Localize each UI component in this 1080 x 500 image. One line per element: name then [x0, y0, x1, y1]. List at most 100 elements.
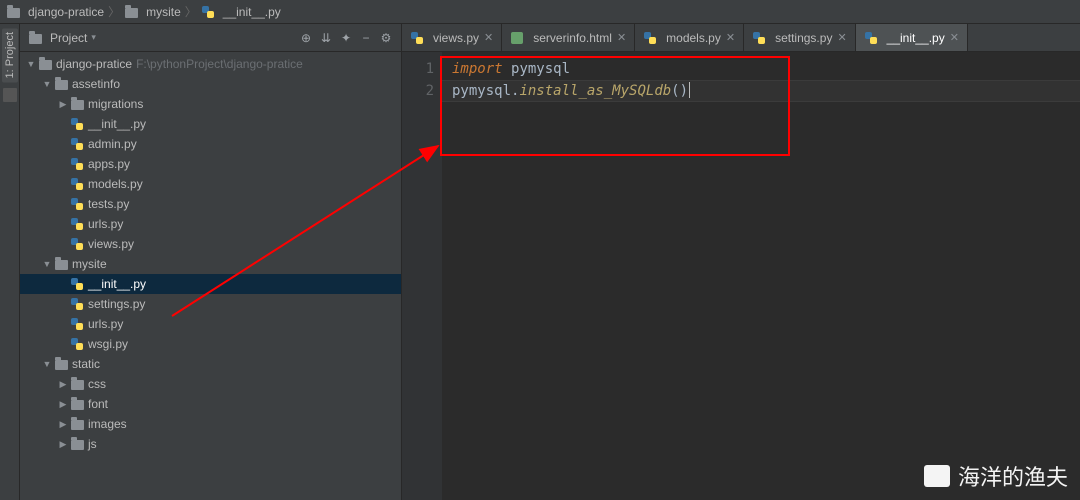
tree-file[interactable]: __init__.py [20, 114, 401, 134]
tree-file[interactable]: tests.py [20, 194, 401, 214]
breadcrumb-folder[interactable]: mysite [146, 5, 181, 19]
tree-twisty-icon[interactable]: ▶ [58, 379, 68, 390]
tree-twisty-icon[interactable]: ▼ [42, 359, 52, 369]
folder-icon [124, 5, 138, 19]
project-sidebar: Project ▾ ⊕ ⇊ ✦ − ⚙ ▼django-pratice F:\p… [20, 24, 402, 500]
breadcrumb-file[interactable]: __init__.py [223, 5, 281, 19]
tab-label: __init__.py [887, 31, 945, 45]
python-file-icon [70, 217, 84, 231]
project-view-icon [28, 31, 42, 45]
close-icon[interactable]: ✕ [837, 31, 846, 44]
tree-twisty-icon[interactable]: ▶ [58, 439, 68, 450]
editor-tab[interactable]: serverinfo.html✕ [502, 24, 635, 51]
folder-icon [54, 77, 68, 91]
tree-file[interactable]: urls.py [20, 314, 401, 334]
editor-tab[interactable]: settings.py ✕ [744, 24, 856, 51]
line-number: 1 [402, 58, 434, 80]
parens: () [671, 83, 688, 99]
tree-item-label: settings.py [88, 297, 145, 311]
python-file-icon [70, 297, 84, 311]
code-content[interactable]: import pymysql pymysql.install_as_MySQLd… [442, 52, 1080, 500]
breadcrumb-root[interactable]: django-pratice [28, 5, 104, 19]
folder-icon [38, 57, 52, 71]
python-file-icon [752, 31, 766, 45]
tree-item-label: assetinfo [72, 77, 120, 91]
tree-item-label: migrations [88, 97, 143, 111]
tree-item-label: __init__.py [88, 277, 146, 291]
close-icon[interactable]: ✕ [617, 31, 626, 44]
tree-folder[interactable]: ▼static [20, 354, 401, 374]
sidebar-title-label[interactable]: Project [50, 31, 87, 45]
chevron-down-icon[interactable]: ▾ [91, 32, 96, 43]
tree-folder[interactable]: ▶ font [20, 394, 401, 414]
tree-twisty-icon[interactable]: ▼ [42, 79, 52, 89]
tree-item-label: __init__.py [88, 117, 146, 131]
tree-file[interactable]: views.py [20, 234, 401, 254]
close-icon[interactable]: ✕ [726, 31, 735, 44]
tab-label: views.py [433, 31, 479, 45]
tree-item-label: wsgi.py [88, 337, 128, 351]
python-file-icon [643, 31, 657, 45]
tree-item-label: tests.py [88, 197, 129, 211]
project-tree[interactable]: ▼django-pratice F:\pythonProject\django-… [20, 52, 401, 500]
python-file-icon [410, 31, 424, 45]
python-file-icon [70, 337, 84, 351]
editor-body[interactable]: 1 2 import pymysql pymysql.install_as_My… [402, 52, 1080, 500]
identifier: pymysql [511, 61, 570, 77]
project-tool-tab[interactable]: 1: Project [2, 28, 18, 82]
tree-file[interactable]: apps.py [20, 154, 401, 174]
tree-file[interactable]: models.py [20, 174, 401, 194]
python-file-icon [70, 197, 84, 211]
tree-file[interactable]: admin.py [20, 134, 401, 154]
expand-all-icon[interactable]: ✦ [339, 31, 353, 45]
close-icon[interactable]: ✕ [484, 31, 493, 44]
tree-folder[interactable]: ▶ migrations [20, 94, 401, 114]
folder-icon [54, 357, 68, 371]
gear-icon[interactable]: ⚙ [379, 31, 393, 45]
breadcrumb: django-pratice 〉 mysite 〉 __init__.py [0, 0, 1080, 24]
sidebar-header: Project ▾ ⊕ ⇊ ✦ − ⚙ [20, 24, 401, 52]
tree-item-label: apps.py [88, 157, 130, 171]
structure-tool-icon[interactable] [3, 88, 17, 102]
tree-folder[interactable]: ▼mysite [20, 254, 401, 274]
identifier: pymysql [452, 83, 511, 99]
tree-twisty-icon[interactable]: ▶ [58, 399, 68, 410]
tree-folder[interactable]: ▶ images [20, 414, 401, 434]
line-number: 2 [402, 80, 434, 102]
tree-folder[interactable]: ▼django-pratice F:\pythonProject\django-… [20, 54, 401, 74]
folder-icon [70, 377, 84, 391]
tab-label: settings.py [775, 31, 832, 45]
tree-item-label: models.py [88, 177, 143, 191]
tree-item-label: views.py [88, 237, 134, 251]
tree-item-label: js [88, 437, 97, 451]
tree-item-label: admin.py [88, 137, 137, 151]
tree-file[interactable]: urls.py [20, 214, 401, 234]
folder-icon [70, 397, 84, 411]
tree-twisty-icon[interactable]: ▶ [58, 419, 68, 430]
editor-area: views.py✕serverinfo.html✕models.py✕setti… [402, 24, 1080, 500]
tree-item-label: images [88, 417, 127, 431]
locate-icon[interactable]: ⊕ [299, 31, 313, 45]
folder-icon [54, 257, 68, 271]
collapse-all-icon[interactable]: ⇊ [319, 31, 333, 45]
tree-file[interactable]: __init__.py [20, 274, 401, 294]
tree-item-label: font [88, 397, 108, 411]
python-file-icon [201, 5, 215, 19]
tree-folder[interactable]: ▶ js [20, 434, 401, 454]
tree-file[interactable]: settings.py [20, 294, 401, 314]
tree-twisty-icon[interactable]: ▼ [26, 59, 36, 69]
close-icon[interactable]: ✕ [950, 31, 959, 44]
tree-twisty-icon[interactable]: ▼ [42, 259, 52, 269]
tree-twisty-icon[interactable]: ▶ [58, 99, 68, 110]
editor-tab[interactable]: models.py✕ [635, 24, 744, 51]
tree-folder[interactable]: ▼ assetinfo [20, 74, 401, 94]
function-call: install_as_MySQLdb [519, 83, 671, 99]
tree-file[interactable]: wsgi.py [20, 334, 401, 354]
hide-sidebar-icon[interactable]: − [359, 31, 373, 45]
editor-tab[interactable]: __init__.py ✕ [856, 24, 968, 51]
tree-item-label: urls.py [88, 317, 123, 331]
tool-window-rail: 1: Project [0, 24, 20, 500]
python-file-icon [70, 237, 84, 251]
tree-folder[interactable]: ▶css [20, 374, 401, 394]
editor-tab[interactable]: views.py ✕ [402, 24, 502, 51]
